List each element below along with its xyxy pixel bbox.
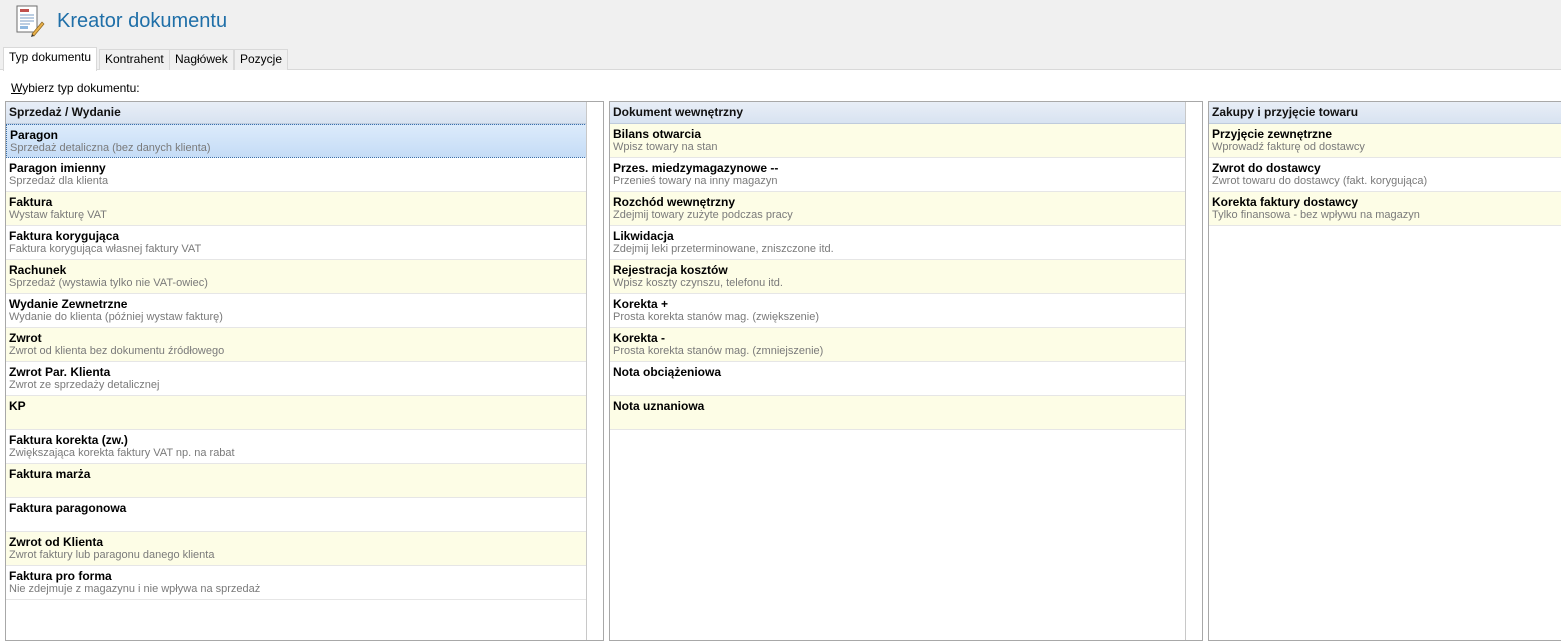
tab-naglowek[interactable]: Nagłówek [169,49,234,70]
document-type-description: Sprzedaż detaliczna (bez danych klienta) [10,142,211,154]
document-type-item[interactable]: Zwrot Par. Klienta Zwrot ze sprzedaży det… [6,362,587,396]
document-wizard-icon [12,4,46,38]
document-type-item[interactable]: Faktura marża [6,464,587,498]
document-type-description: Zwrot od klienta bez dokumentu źródłoweg… [9,345,225,357]
panel-zakupy-list: Zakupy i przyjęcie towaru Przyjęcie zewnę… [1209,102,1561,640]
document-type-title: Faktura pro forma [9,569,112,583]
document-type-title: Bilans otwarcia [613,127,702,141]
document-type-title: Faktura marża [9,467,91,481]
document-type-title: Przes. miedzymagazynowe -- [613,161,779,175]
document-type-description: Prosta korekta stanów mag. (zwiększenie) [613,311,820,323]
document-type-title: Przyjęcie zewnętrzne [1212,127,1333,141]
document-type-item[interactable]: Faktura pro forma Nie zdejmuje z magazynu… [6,566,587,600]
document-type-item[interactable]: Nota uznaniowa [610,396,1186,430]
document-type-item[interactable]: Zwrot do dostawcy Zwrot towaru do dostawc… [1209,158,1561,192]
document-type-description: Sprzedaż (wystawia tylko nie VAT-owiec) [9,277,208,289]
panel-wewnetrzny-scrollbar[interactable] [1185,102,1202,640]
document-type-description: Tylko finansowa - bez wpływu na magazyn [1212,209,1420,221]
document-type-item[interactable]: Rachunek Sprzedaż (wystawia tylko nie VAT… [6,260,587,294]
document-type-title: Faktura korygująca [9,229,120,243]
document-type-title: Paragon imienny [9,161,106,175]
document-type-description: Zwiększająca korekta faktury VAT np. na … [9,447,235,459]
document-type-item[interactable]: Likwidacja Zdejmij leki przeterminowane, … [610,226,1186,260]
tab-content: Wybierz typ dokumentu: Sprzedaż / Wydani… [0,70,1561,641]
document-type-title: Zwrot [9,331,42,345]
document-type-item[interactable]: Faktura korygująca Faktura korygująca wła… [6,226,587,260]
document-type-item[interactable]: Paragon Sprzedaż detaliczna (bez danych k… [6,124,587,158]
document-type-item[interactable]: Korekta + Prosta korekta stanów mag. (zwi… [610,294,1186,328]
column-header: Dokument wewnętrzny [610,102,1186,124]
panel-sprzedaz-scrollbar[interactable] [586,102,603,640]
panel-sprzedaz-list: Sprzedaż / Wydanie Paragon Sprzedaż detali… [6,102,587,640]
select-type-label: Wybierz typ dokumentu: [11,81,140,95]
document-type-title: Korekta + [613,297,669,311]
tab-typ-dokumentu[interactable]: Typ dokumentu [3,47,98,71]
tab-pozycje[interactable]: Pozycje [234,49,289,70]
tab-kontrahent[interactable]: Kontrahent [99,49,170,70]
column-header: Sprzedaż / Wydanie [6,102,587,124]
panel-wewnetrzny[interactable]: Dokument wewnętrzny Bilans otwarcia Wpisz … [609,101,1203,641]
document-type-title: Zwrot Par. Klienta [9,365,111,379]
document-type-title: Faktura paragonowa [9,501,127,515]
document-type-title: Faktura [9,195,53,209]
column-header: Zakupy i przyjęcie towaru [1209,102,1561,124]
document-type-description: Sprzedaż dla klienta [9,175,109,187]
document-type-item[interactable]: Wydanie Zewnetrzne Wydanie do klienta (pó… [6,294,587,328]
document-type-title: Faktura korekta (zw.) [9,433,128,447]
document-type-item[interactable]: Rozchód wewnętrzny Zdejmij towary zużyte … [610,192,1186,226]
document-type-item[interactable]: Paragon imienny Sprzedaż dla klienta [6,158,587,192]
prompt-text: ybierz typ dokumentu: [22,81,140,95]
page-title: Kreator dokumentu [57,10,228,32]
document-type-description: Zdejmij leki przeterminowane, zniszczone… [613,243,834,255]
document-type-title: Zwrot do dostawcy [1212,161,1321,175]
document-type-description: Przenieś towary na inny magazyn [613,175,778,187]
document-type-item[interactable]: Przyjęcie zewnętrzne Wprowadź fakturę od … [1209,124,1561,158]
document-type-title: Wydanie Zewnetrzne [9,297,128,311]
document-type-title: Paragon [10,128,59,142]
document-type-description: Faktura korygująca własnej faktury VAT [9,243,202,255]
document-type-title: Zwrot od Klienta [9,535,103,549]
document-type-title: Korekta faktury dostawcy [1212,195,1359,209]
document-type-item[interactable]: KP [6,396,587,430]
document-type-item[interactable]: Korekta faktury dostawcy Tylko finansowa … [1209,192,1561,226]
document-type-item[interactable]: Zwrot od Klienta Zwrot faktury lub parago… [6,532,587,566]
document-type-title: Rejestracja kosztów [613,263,728,277]
document-type-description: Wystaw fakturę VAT [9,209,107,221]
document-type-item[interactable]: Korekta - Prosta korekta stanów mag. (zmn… [610,328,1186,362]
prompt-accelerator: W [11,81,23,95]
panel-sprzedaz[interactable]: Sprzedaż / Wydanie Paragon Sprzedaż detali… [5,101,604,641]
document-type-title: Likwidacja [613,229,674,243]
document-type-description: Zdejmij towary zużyte podczas pracy [613,209,793,221]
document-type-item[interactable]: Przes. miedzymagazynowe -- Przenieś towar… [610,158,1186,192]
document-type-description: Zwrot faktury lub paragonu danego klient… [9,549,215,561]
document-type-description: Wydanie do klienta (później wystaw faktu… [9,311,223,323]
document-type-description: Nie zdejmuje z magazynu i nie wpływa na … [9,583,261,595]
document-type-item[interactable]: Rejestracja kosztów Wpisz koszty czynszu,… [610,260,1186,294]
panel-wewnetrzny-list: Dokument wewnętrzny Bilans otwarcia Wpisz … [610,102,1186,640]
document-type-title: Nota uznaniowa [613,399,705,413]
document-type-item[interactable]: Faktura paragonowa [6,498,587,532]
document-type-description: Wpisz koszty czynszu, telefonu itd. [613,277,783,289]
document-type-description: Zwrot towaru do dostawcy (fakt. korygują… [1212,175,1428,187]
document-type-item[interactable]: Zwrot Zwrot od klienta bez dokumentu źród… [6,328,587,362]
document-type-item[interactable]: Faktura Wystaw fakturę VAT [6,192,587,226]
document-type-title: Rozchód wewnętrzny [613,195,736,209]
document-type-description: Zwrot ze sprzedaży detalicznej [9,379,160,391]
document-type-description: Prosta korekta stanów mag. (zmniejszenie… [613,345,824,357]
document-type-description: Wprowadź fakturę od dostawcy [1212,141,1365,153]
document-type-item[interactable]: Nota obciążeniowa [610,362,1186,396]
document-type-item[interactable]: Bilans otwarcia Wpisz towary na stan [610,124,1186,158]
document-type-title: Korekta - [613,331,666,345]
document-type-title: KP [9,399,26,413]
title-bar: Kreator dokumentu [0,0,1561,44]
tab-strip: Typ dokumentu Kontrahent Nagłówek Pozycj… [0,47,1561,71]
document-type-title: Rachunek [9,263,67,277]
document-type-description: Wpisz towary na stan [613,141,718,153]
document-type-item[interactable]: Faktura korekta (zw.) Zwiększająca korekt… [6,430,587,464]
panel-zakupy[interactable]: Zakupy i przyjęcie towaru Przyjęcie zewnę… [1208,101,1561,641]
document-type-title: Nota obciążeniowa [613,365,722,379]
